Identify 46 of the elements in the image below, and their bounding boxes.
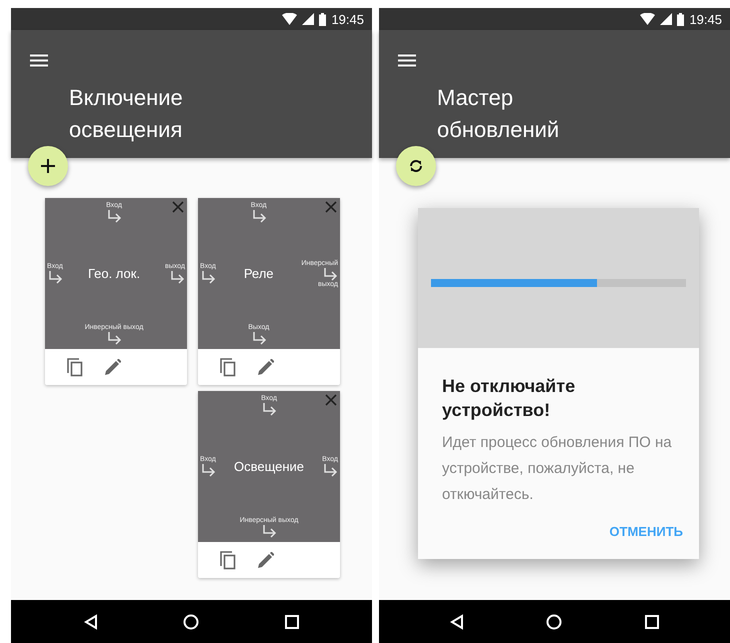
home-icon[interactable] xyxy=(183,614,200,630)
recents-icon[interactable] xyxy=(285,614,300,628)
dialog-title: Не отключайте устройство! xyxy=(442,375,576,422)
home-icon[interactable] xyxy=(546,614,562,630)
wifi-icon xyxy=(282,13,298,25)
pencil-icon[interactable] xyxy=(258,359,274,375)
pencil-icon[interactable] xyxy=(258,552,274,568)
plus-icon xyxy=(41,159,55,173)
arrow-icon xyxy=(106,209,122,223)
block-title: Освещение xyxy=(234,459,304,474)
menu-icon[interactable] xyxy=(398,54,416,67)
close-icon[interactable] xyxy=(325,201,337,213)
wifi-icon xyxy=(640,13,656,25)
dialog-message: Идет процесс обновления ПО на устройстве, пожалуйста, не откючайтесь. xyxy=(442,433,673,505)
back-icon[interactable] xyxy=(84,614,98,630)
arrow-icon xyxy=(169,270,185,284)
signal-icon xyxy=(302,13,314,25)
arrow-icon xyxy=(322,463,338,477)
screen-title: Мастер обновлений xyxy=(437,84,560,144)
recents-icon[interactable] xyxy=(644,614,659,628)
pencil-icon[interactable] xyxy=(105,359,121,375)
arrow-icon xyxy=(200,270,216,284)
arrow-icon xyxy=(47,270,63,284)
menu-icon[interactable] xyxy=(30,54,48,67)
arrow-icon xyxy=(250,331,267,345)
sync-icon xyxy=(408,158,424,174)
clock-time: 19:45 xyxy=(331,12,364,26)
arrow-icon xyxy=(322,266,338,280)
arrow-icon xyxy=(250,209,267,223)
block-title: Гео. лок. xyxy=(88,266,140,281)
arrow-icon xyxy=(106,331,122,345)
screen-title: Включение освещения xyxy=(69,84,184,144)
arrow-icon xyxy=(261,402,277,416)
signal-icon xyxy=(660,13,672,25)
block-title: Реле xyxy=(244,266,274,281)
arrow-icon xyxy=(261,524,277,538)
battery-icon xyxy=(319,12,326,26)
clock-time: 19:45 xyxy=(689,12,722,26)
battery-icon xyxy=(677,12,684,26)
close-icon[interactable] xyxy=(172,201,184,213)
arrow-icon xyxy=(200,463,216,477)
copy-icon[interactable] xyxy=(220,358,236,376)
copy-icon[interactable] xyxy=(220,550,236,570)
close-icon[interactable] xyxy=(325,394,337,406)
copy-icon[interactable] xyxy=(67,358,83,376)
back-icon[interactable] xyxy=(450,614,464,630)
